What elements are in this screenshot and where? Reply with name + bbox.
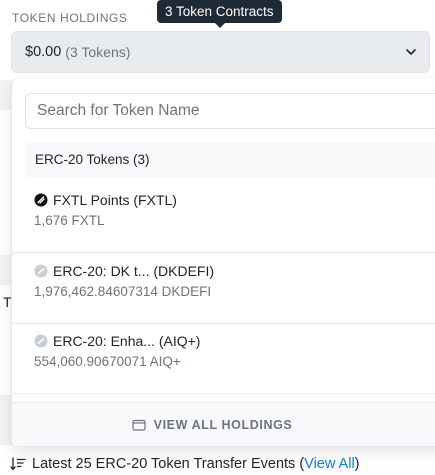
fxtl-token-icon xyxy=(34,193,48,207)
token-holdings-menu: ERC-20 Tokens (3) FXTL Points (FXTL) 1,6… xyxy=(11,79,435,447)
token-balance: 554,060.90670071 AIQ+ xyxy=(34,354,181,369)
token-balance: 1,676 FXTL xyxy=(34,213,105,228)
view-all-holdings-label: VIEW ALL HOLDINGS xyxy=(153,417,293,432)
sort-descending-icon xyxy=(10,457,26,471)
holdings-value: $0.00 xyxy=(25,44,62,60)
wallet-icon xyxy=(132,419,146,431)
token-list-item[interactable]: ERC-20: Enha... (AIQ+) 554,060.90670071 … xyxy=(12,324,435,394)
token-list-item[interactable]: ERC-20: DK t... (DKDEFI) 1,976,462.84607… xyxy=(12,254,435,324)
holdings-token-count: (3 Tokens) xyxy=(65,44,131,60)
transfer-events-text: Latest 25 ERC-20 Token Transfer Events ( xyxy=(32,456,305,472)
token-search-input[interactable] xyxy=(25,93,435,129)
chevron-down-icon xyxy=(405,46,417,58)
token-name: FXTL Points (FXTL) xyxy=(53,192,177,208)
token-holdings-dropdown-toggle[interactable]: $0.00 (3 Tokens) xyxy=(11,31,430,73)
generic-token-icon xyxy=(34,264,48,278)
transfer-events-caption: Latest 25 ERC-20 Token Transfer Events (… xyxy=(10,456,360,472)
token-balance: 1,976,462.84607314 DKDEFI xyxy=(34,284,212,299)
erc20-group-header: ERC-20 Tokens (3) xyxy=(25,142,435,178)
view-all-holdings-button[interactable]: VIEW ALL HOLDINGS xyxy=(12,403,435,446)
token-name: ERC-20: DK t... (DKDEFI) xyxy=(53,263,215,279)
token-holdings-label: TOKEN HOLDINGS xyxy=(12,11,128,25)
token-contracts-tooltip: 3 Token Contracts xyxy=(157,0,282,28)
token-name: ERC-20: Enha... (AIQ+) xyxy=(53,333,201,349)
generic-token-icon xyxy=(34,334,48,348)
view-all-transfers-link[interactable]: View All xyxy=(304,456,355,472)
token-list-item[interactable]: FXTL Points (FXTL) 1,676 FXTL xyxy=(12,183,435,253)
transfer-events-text-end: ) xyxy=(354,456,360,472)
